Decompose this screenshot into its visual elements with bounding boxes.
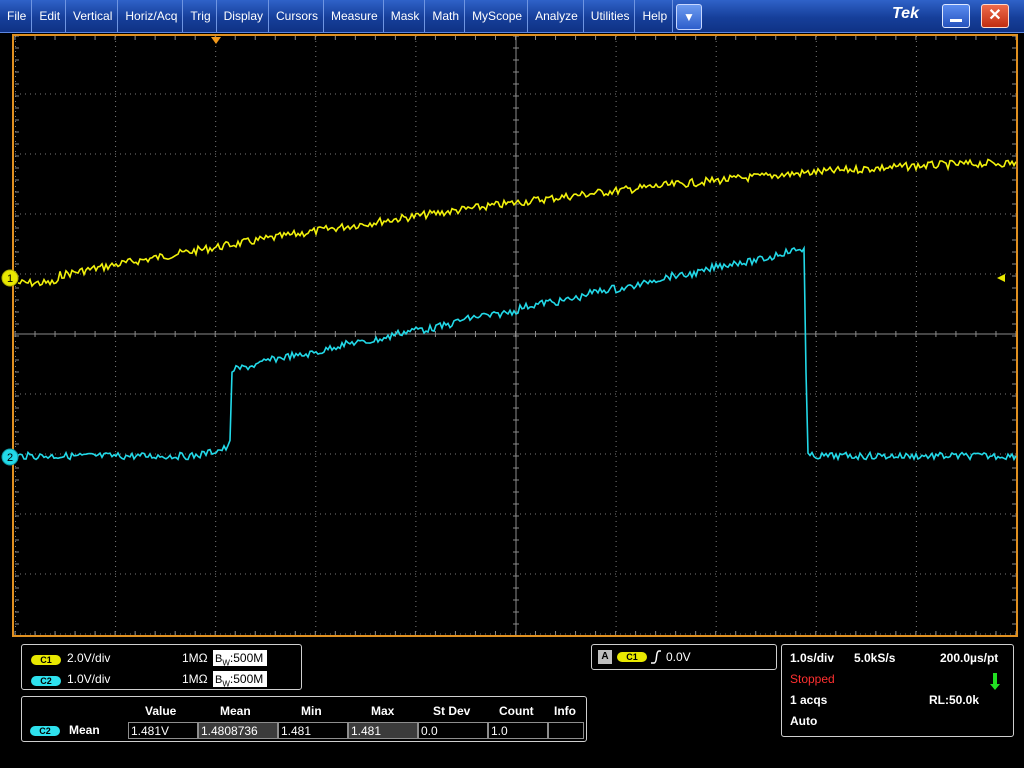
sample-rate: 5.0kS/s — [854, 651, 896, 665]
menu-vertical[interactable]: Vertical — [66, 0, 119, 32]
ch2-impedance: 1MΩ — [182, 672, 208, 686]
ch1-badge[interactable]: C1 — [31, 655, 61, 665]
col-header-mean: Mean — [220, 704, 251, 718]
menu-analyze[interactable]: Analyze — [528, 0, 584, 32]
acquisition-state: Stopped — [790, 672, 835, 686]
col-header-stdev: St Dev — [433, 704, 471, 718]
menu-mask[interactable]: Mask — [384, 0, 426, 32]
menu-help[interactable]: Help — [635, 0, 674, 32]
ch1-bandwidth: BW:500M — [213, 650, 267, 668]
menu-utilities[interactable]: Utilities — [584, 0, 636, 32]
ch1-impedance: 1MΩ — [182, 651, 208, 665]
col-header-info: Info — [554, 704, 576, 718]
ch1-bw-value: :500M — [229, 651, 264, 665]
trigger-status-icon — [990, 673, 1000, 690]
status-panel: C1 2.0V/div 1MΩ BW:500M C2 1.0V/div 1MΩ … — [0, 639, 1024, 768]
measurement-count: 1.0 — [488, 722, 548, 739]
minimize-button[interactable] — [942, 4, 970, 28]
channel-readout-box[interactable]: C1 2.0V/div 1MΩ BW:500M C2 1.0V/div 1MΩ … — [21, 644, 302, 690]
measurement-mean: 1.4808736 — [198, 722, 278, 739]
ch2-badge[interactable]: C2 — [31, 676, 61, 686]
trigger-a-label: A — [598, 650, 612, 664]
ch2-marker-label: 2 — [7, 452, 13, 464]
ch2-bw-value: :500M — [229, 672, 264, 686]
menu-trig[interactable]: Trig — [183, 0, 217, 32]
menu-myscope[interactable]: MyScope — [465, 0, 529, 32]
measurement-name: Mean — [69, 723, 100, 737]
ch1-ground-marker[interactable]: 1 — [1, 269, 19, 287]
acquisition-count: 1 acqs — [790, 693, 828, 707]
ch1-marker-label: 1 — [7, 273, 13, 285]
trigger-level: 0.0V — [666, 650, 691, 664]
col-header-value: Value — [145, 704, 177, 718]
menu-cursors[interactable]: Cursors — [269, 0, 325, 32]
menu-horiz-acq[interactable]: Horiz/Acq — [118, 0, 184, 32]
trigger-mode: Auto — [790, 714, 818, 728]
measurement-max: 1.481 — [348, 722, 418, 739]
menu-dropdown-button[interactable]: ▼ — [676, 4, 702, 30]
ch2-bw-sub: W — [222, 679, 230, 689]
measurement-stdev: 0.0 — [418, 722, 488, 739]
menu-math[interactable]: Math — [425, 0, 466, 32]
close-icon: ✕ — [988, 7, 1002, 24]
ch1-scale: 2.0V/div — [67, 651, 111, 665]
menu-file[interactable]: File — [0, 0, 33, 32]
resolution: 200.0µs/pt — [940, 651, 999, 665]
record-length: RL:50.0k — [929, 693, 980, 707]
col-header-count: Count — [499, 704, 534, 718]
chevron-down-icon: ▼ — [683, 10, 695, 24]
trigger-readout-box[interactable]: A C1 0.0V — [591, 644, 777, 670]
menu-bar: File Edit Vertical Horiz/Acq Trig Displa… — [0, 0, 1024, 33]
acquisition-readout-box[interactable]: 1.0s/div 5.0kS/s 200.0µs/pt Stopped 1 ac… — [781, 644, 1014, 737]
ch1-bw-sub: W — [222, 658, 230, 668]
measurement-table[interactable]: Value Mean Min Max St Dev Count Info C2 … — [21, 696, 587, 742]
ch2-scale: 1.0V/div — [67, 672, 111, 686]
trigger-source-badge: C1 — [617, 652, 647, 662]
minimize-icon — [950, 19, 962, 22]
brand-logo: Tek — [892, 5, 919, 22]
menu-display[interactable]: Display — [217, 0, 269, 32]
ch2-ground-marker[interactable]: 2 — [1, 448, 19, 466]
measurement-value: 1.481V — [128, 722, 198, 739]
measurement-source-badge: C2 — [30, 726, 60, 736]
menu-measure[interactable]: Measure — [324, 0, 384, 32]
measurement-info — [548, 722, 584, 739]
close-button[interactable]: ✕ — [981, 4, 1009, 28]
menu-edit[interactable]: Edit — [32, 0, 67, 32]
measurement-min: 1.481 — [278, 722, 348, 739]
col-header-max: Max — [371, 704, 395, 718]
rising-edge-icon — [651, 650, 661, 664]
ch2-bandwidth: BW:500M — [213, 671, 267, 689]
horiz-scale: 1.0s/div — [790, 651, 835, 665]
col-header-min: Min — [301, 704, 322, 718]
waveform-display[interactable]: 1 2 — [0, 33, 1024, 639]
